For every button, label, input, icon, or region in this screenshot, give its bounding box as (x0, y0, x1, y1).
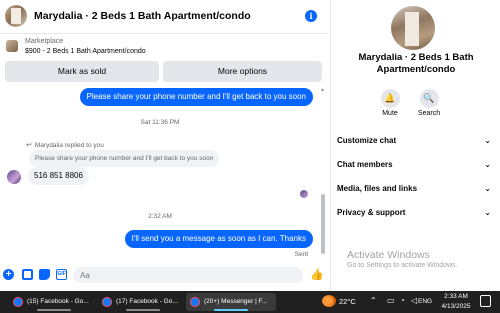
panel-title: Marydalia · 2 Beds 1 Bath Apartment/cond… (358, 52, 474, 75)
watermark-subtitle: Go to Settings to activate Windows. (347, 262, 458, 269)
mute-button[interactable]: 🔔 Mute (370, 89, 410, 117)
listing-avatar[interactable] (5, 5, 27, 27)
outgoing-message[interactable]: Please share your phone number and I'll … (79, 88, 313, 106)
media-files-links-section[interactable]: Media, files and links ⌄ (337, 180, 491, 198)
timestamp: 2:32 AM (148, 213, 172, 220)
composer: + GIF 👍 (0, 264, 329, 286)
sender-avatar[interactable] (7, 170, 21, 184)
chevron-down-icon: ⌄ (484, 136, 491, 145)
notification-icon[interactable] (480, 295, 491, 307)
taskbar-item[interactable]: (17) Facebook - Go... (98, 293, 188, 311)
browser-icon (102, 297, 112, 307)
chat-header: Marydalia · 2 Beds 1 Bath Apartment/cond… (0, 0, 329, 34)
chevron-up-icon[interactable]: ⌃ (370, 296, 377, 305)
taskbar: (15) Facebook - Go... (17) Facebook - Go… (0, 291, 500, 313)
search-label: Search (417, 110, 441, 117)
incoming-message[interactable]: 516 851 8806 (28, 167, 89, 185)
activate-windows-watermark: Activate Windows Go to Settings to activ… (347, 249, 458, 269)
volume-icon[interactable]: ◁ (411, 296, 417, 305)
seen-indicator-avatar (300, 190, 308, 198)
temperature[interactable]: 22°C (339, 297, 356, 306)
wifi-icon[interactable]: ◔ (400, 296, 405, 305)
reply-label: ↩ Marydalia replied to you (26, 141, 104, 149)
taskbar-item-active[interactable]: (20+) Messenger | F... (186, 293, 276, 311)
chevron-down-icon: ⌄ (484, 160, 491, 169)
weather-icon[interactable] (322, 295, 336, 307)
watermark-title: Activate Windows (347, 249, 430, 261)
section-label: Chat members (337, 160, 393, 169)
task-label: (20+) Messenger | F... (204, 298, 268, 305)
mute-label: Mute (382, 110, 398, 117)
reply-arrow-icon: ↩ (26, 142, 32, 149)
chevron-down-icon: ⌄ (484, 184, 491, 193)
chat-info-panel: Marydalia · 2 Beds 1 Bath Apartment/cond… (330, 0, 500, 291)
language-indicator[interactable]: ENG (418, 298, 432, 305)
clock-date: 4/13/2025 (441, 302, 471, 310)
message-status: Sent (294, 251, 308, 258)
photo-icon[interactable] (22, 269, 33, 280)
chat-title[interactable]: Marydalia · 2 Beds 1 Bath Apartment/cond… (34, 10, 251, 22)
section-label: Customize chat (337, 136, 397, 145)
section-label: Privacy & support (337, 208, 406, 217)
message-scrollbar[interactable]: ▲ (320, 86, 326, 262)
chat-pane: Marydalia · 2 Beds 1 Bath Apartment/cond… (0, 0, 329, 291)
privacy-support-section[interactable]: Privacy & support ⌄ (337, 204, 491, 222)
customize-chat-section[interactable]: Customize chat ⌄ (337, 132, 491, 150)
reply-label-text: Marydalia replied to you (34, 142, 104, 149)
marketplace-listing-banner: Marketplace $900 - 2 Beds 1 Bath Apartme… (0, 35, 329, 85)
outgoing-message[interactable]: I'll send you a message as soon as I can… (124, 230, 313, 248)
messenger-window: Marydalia · 2 Beds 1 Bath Apartment/cond… (0, 0, 500, 313)
listing-avatar-large[interactable] (391, 6, 435, 50)
section-label: Media, files and links (337, 184, 418, 193)
chevron-down-icon: ⌄ (484, 208, 491, 217)
browser-icon (190, 297, 200, 307)
scroll-up-icon[interactable]: ▲ (320, 87, 325, 93)
marketplace-label: Marketplace (25, 38, 64, 45)
scroll-thumb[interactable] (321, 194, 325, 254)
search-button[interactable]: 🔍 Search (409, 89, 449, 117)
quoted-message[interactable]: Please share your phone number and I'll … (29, 150, 220, 167)
gif-icon[interactable]: GIF (56, 269, 67, 280)
message-list: Please share your phone number and I'll … (0, 86, 320, 262)
message-input[interactable] (73, 267, 303, 283)
task-label: (15) Facebook - Go... (27, 298, 89, 305)
task-label: (17) Facebook - Go... (116, 298, 178, 305)
sticker-icon[interactable] (39, 269, 50, 280)
network-icon[interactable]: ▭ (387, 296, 395, 305)
listing-thumbnail[interactable] (6, 40, 18, 52)
taskbar-item[interactable]: (15) Facebook - Go... (9, 293, 99, 311)
info-icon[interactable]: i (305, 10, 317, 22)
bell-icon: 🔔 (380, 89, 400, 108)
plus-icon[interactable]: + (3, 269, 14, 280)
more-options-button[interactable]: More options (163, 61, 322, 82)
mark-as-sold-button[interactable]: Mark as sold (5, 61, 159, 82)
clock-time: 2:33 AM (444, 293, 468, 300)
listing-price-title[interactable]: $900 - 2 Beds 1 Bath Apartment/condo (25, 48, 146, 55)
clock[interactable]: 2:33 AM 4/13/2025 (436, 292, 476, 311)
search-icon: 🔍 (419, 89, 439, 108)
chat-members-section[interactable]: Chat members ⌄ (337, 156, 491, 174)
browser-icon (13, 297, 23, 307)
like-icon[interactable]: 👍 (310, 268, 324, 281)
timestamp: Sat 11:36 PM (140, 119, 180, 126)
